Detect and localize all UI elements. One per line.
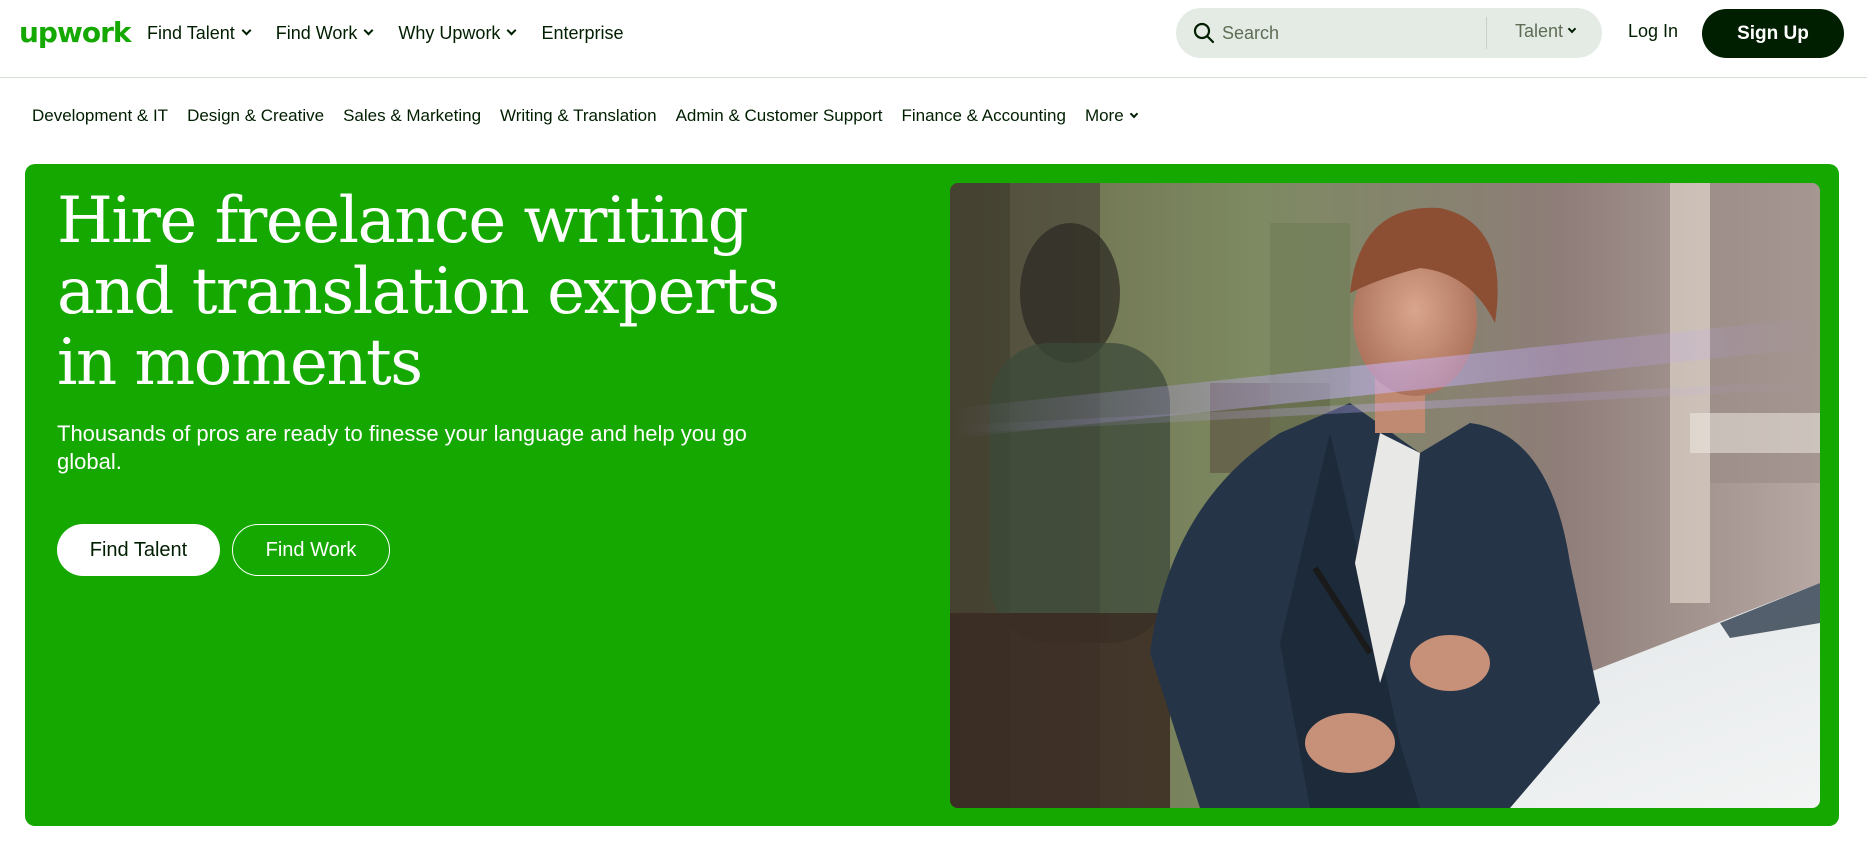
nav-find-talent-label: Find Talent bbox=[147, 22, 235, 43]
hero-title-line: Hire freelance writing bbox=[57, 184, 749, 258]
category-more[interactable]: More bbox=[1084, 106, 1138, 126]
category-admin-support[interactable]: Admin & Customer Support bbox=[676, 106, 883, 126]
search-icon[interactable] bbox=[1192, 21, 1216, 45]
chevron-down-icon bbox=[363, 25, 374, 36]
signup-button[interactable]: Sign Up bbox=[1702, 9, 1844, 58]
hero-photo bbox=[950, 183, 1820, 808]
nav-enterprise-label: Enterprise bbox=[541, 22, 624, 43]
main-nav: Find Talent Find Work Why Upwork Enterpr… bbox=[147, 0, 649, 66]
nav-enterprise[interactable]: Enterprise bbox=[541, 0, 623, 66]
nav-find-work-label: Find Work bbox=[275, 22, 358, 43]
nav-find-talent[interactable]: Find Talent bbox=[147, 0, 252, 66]
search-bar: Talent bbox=[1176, 8, 1602, 58]
category-more-label: More bbox=[1084, 106, 1124, 125]
search-type-dropdown[interactable]: Talent bbox=[1515, 21, 1577, 42]
nav-why-upwork[interactable]: Why Upwork bbox=[398, 0, 517, 66]
chevron-down-icon bbox=[1129, 109, 1138, 118]
find-work-button[interactable]: Find Work bbox=[232, 524, 390, 576]
hero-banner: Hire freelance writing and translation e… bbox=[25, 164, 1839, 826]
nav-why-upwork-label: Why Upwork bbox=[398, 22, 501, 43]
chevron-down-icon bbox=[1567, 24, 1577, 34]
category-design-creative[interactable]: Design & Creative bbox=[187, 106, 324, 126]
find-talent-button[interactable]: Find Talent bbox=[57, 524, 220, 576]
hero-title: Hire freelance writing and translation e… bbox=[57, 186, 817, 399]
category-finance-accounting[interactable]: Finance & Accounting bbox=[901, 106, 1065, 126]
site-header: upwork Find Talent Find Work Why Upwork … bbox=[0, 0, 1867, 78]
category-nav: Development & IT Design & Creative Sales… bbox=[32, 106, 1156, 126]
search-input[interactable] bbox=[1222, 18, 1462, 48]
chevron-down-icon bbox=[506, 25, 517, 36]
category-development-it[interactable]: Development & IT bbox=[32, 106, 168, 126]
category-writing-translation[interactable]: Writing & Translation bbox=[500, 106, 657, 126]
search-type-label: Talent bbox=[1515, 21, 1564, 41]
login-link[interactable]: Log In bbox=[1628, 21, 1678, 42]
hero-title-line: and translation experts bbox=[57, 255, 780, 329]
chevron-down-icon bbox=[241, 25, 252, 36]
category-sales-marketing[interactable]: Sales & Marketing bbox=[343, 106, 481, 126]
hero-title-line: in moments bbox=[57, 326, 423, 400]
upwork-logo[interactable]: upwork bbox=[19, 18, 132, 48]
nav-find-work[interactable]: Find Work bbox=[275, 0, 374, 66]
hero-subtitle: Thousands of pros are ready to finesse y… bbox=[57, 421, 747, 474]
search-divider bbox=[1486, 17, 1487, 49]
